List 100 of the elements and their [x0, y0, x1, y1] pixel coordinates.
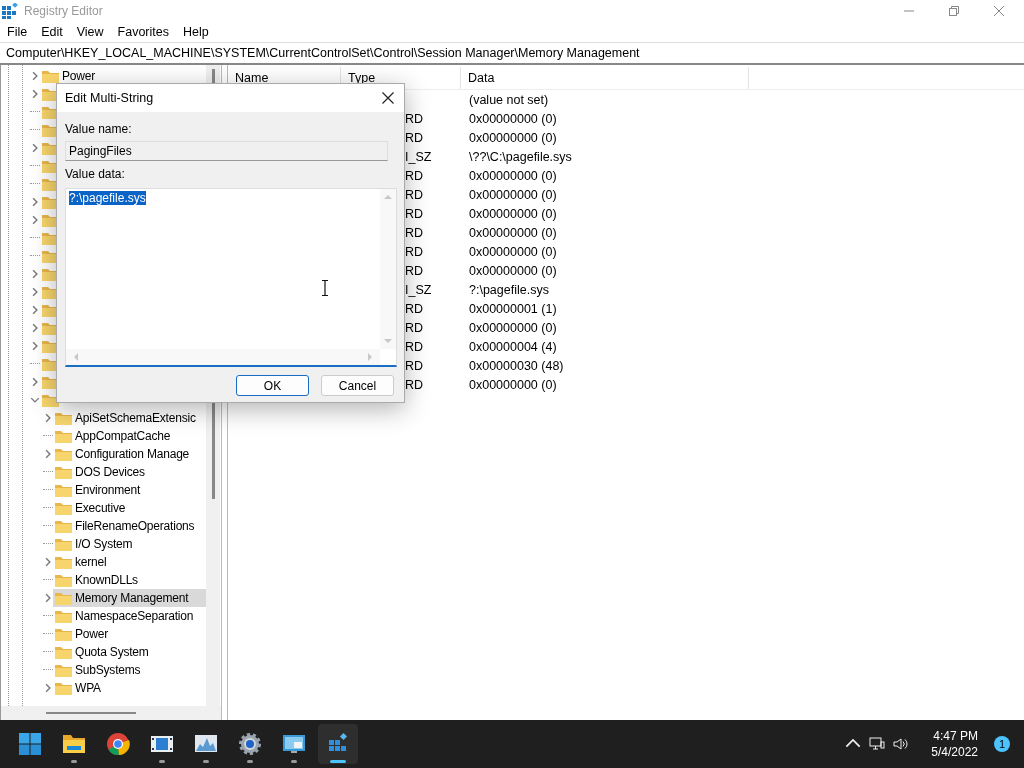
column-header[interactable]: Data — [461, 67, 749, 89]
table-cell: RD — [405, 263, 424, 278]
table-cell: 0x00000030 (48) — [469, 358, 564, 373]
tree-item[interactable]: kernel — [75, 555, 107, 569]
close-icon[interactable] — [382, 92, 394, 104]
menu-item[interactable]: File — [0, 25, 35, 39]
clock-time[interactable]: 4:47 PM — [933, 729, 978, 743]
menu-item[interactable]: Favorites — [110, 25, 176, 39]
tree-item[interactable]: Power — [75, 627, 108, 641]
notification-badge[interactable]: 1 — [994, 736, 1010, 752]
expand-chevron-icon[interactable] — [30, 323, 40, 333]
clock-date[interactable]: 5/4/2022 — [931, 745, 978, 759]
gear-icon[interactable] — [238, 732, 262, 756]
expand-chevron-icon[interactable] — [30, 71, 40, 81]
table-cell: RD — [405, 358, 424, 373]
folder-icon — [42, 69, 59, 83]
table-cell: 0x00000000 (0) — [469, 168, 557, 183]
expand-chevron-icon[interactable] — [43, 683, 53, 693]
folder-icon — [55, 429, 72, 443]
menu-item[interactable]: View — [69, 25, 111, 39]
tree-item[interactable]: Power — [62, 69, 95, 83]
dialog-button[interactable]: Cancel — [321, 375, 394, 396]
folder-icon — [55, 411, 72, 425]
expand-chevron-icon[interactable] — [43, 557, 53, 567]
monitor-icon[interactable] — [282, 732, 306, 756]
folder-icon — [55, 645, 72, 659]
expand-chevron-icon[interactable] — [30, 287, 40, 297]
tree-item[interactable]: WPA — [75, 681, 101, 695]
table-cell: RD — [405, 320, 424, 335]
table-cell: 0x00000000 (0) — [469, 111, 557, 126]
table-cell: 0x00000000 (0) — [469, 320, 557, 335]
network-icon[interactable] — [869, 736, 886, 752]
table-cell: RD — [405, 168, 424, 183]
expand-chevron-icon[interactable] — [43, 413, 53, 423]
table-cell: 0x00000000 (0) — [469, 187, 557, 202]
tree-item[interactable]: Configuration Manage — [75, 447, 190, 461]
folder-icon — [55, 555, 72, 569]
window-title: Registry Editor — [24, 4, 103, 18]
browser-icon[interactable] — [106, 732, 130, 756]
tree-item[interactable]: SubSystems — [75, 663, 141, 677]
tree-item[interactable]: Executive — [75, 501, 126, 515]
table-cell: 0x00000004 (4) — [469, 339, 557, 354]
table-cell: 0x00000000 (0) — [469, 244, 557, 259]
tree-item[interactable]: Quota System — [75, 645, 149, 659]
folder-icon — [55, 519, 72, 533]
table-cell: ?:\pagefile.sys — [469, 282, 549, 297]
menu-item[interactable]: Edit — [34, 25, 70, 39]
collapse-chevron-icon[interactable] — [30, 395, 40, 405]
registry-icon — [2, 3, 18, 19]
field-label: Value data: — [65, 167, 125, 181]
folder-icon[interactable] — [62, 732, 86, 756]
folder-icon — [55, 663, 72, 677]
folder-icon — [55, 483, 72, 497]
expand-chevron-icon[interactable] — [30, 215, 40, 225]
table-cell: 0x00000000 (0) — [469, 206, 557, 221]
tree-item[interactable]: FileRenameOperations — [75, 519, 195, 533]
value-data-text[interactable]: ?:\pagefile.sys — [69, 191, 146, 205]
field-label: Value name: — [65, 122, 132, 136]
table-cell: 0x00000000 (0) — [469, 130, 557, 145]
table-cell: RD — [405, 301, 424, 316]
table-cell: I_SZ — [405, 149, 432, 164]
table-cell: RD — [405, 187, 424, 202]
expand-chevron-icon[interactable] — [30, 377, 40, 387]
restore-icon[interactable] — [949, 6, 959, 16]
table-cell: RD — [405, 225, 424, 240]
folder-icon — [55, 501, 72, 515]
table-cell: (value not set) — [469, 92, 549, 107]
tree-item[interactable]: KnownDLLs — [75, 573, 138, 587]
tree-item[interactable]: ApiSetSchemaExtensic — [75, 411, 196, 425]
expand-chevron-icon[interactable] — [30, 305, 40, 315]
folder-icon — [55, 447, 72, 461]
expand-chevron-icon[interactable] — [30, 197, 40, 207]
expand-chevron-icon[interactable] — [30, 269, 40, 279]
windows-logo-icon[interactable] — [18, 732, 42, 756]
speaker-icon[interactable] — [893, 736, 910, 752]
tree-item[interactable]: NamespaceSeparation — [75, 609, 194, 623]
expand-chevron-icon[interactable] — [30, 341, 40, 351]
expand-chevron-icon[interactable] — [30, 143, 40, 153]
tree-item[interactable]: Environment — [75, 483, 141, 497]
table-cell: I_SZ — [405, 282, 432, 297]
text-cursor-icon — [321, 280, 329, 296]
table-cell: RD — [405, 339, 424, 354]
tree-item[interactable]: I/O System — [75, 537, 133, 551]
table-cell: 0x00000000 (0) — [469, 263, 557, 278]
scrollbar[interactable] — [1, 706, 221, 720]
tree-item[interactable]: AppCompatCache — [75, 429, 171, 443]
address-bar[interactable]: Computer\HKEY_LOCAL_MACHINE\SYSTEM\CurrentControlSet\Control\Session Manager\Memory Management — [0, 42, 1024, 65]
dialog-button[interactable]: OK — [236, 375, 309, 396]
table-cell: RD — [405, 244, 424, 259]
table-cell: RD — [405, 206, 424, 221]
expand-chevron-icon[interactable] — [43, 593, 53, 603]
table-cell: RD — [405, 130, 424, 145]
menu-item[interactable]: Help — [176, 25, 216, 39]
folder-icon — [55, 609, 72, 623]
dialog-title: Edit Multi-String — [65, 91, 154, 105]
expand-chevron-icon[interactable] — [43, 449, 53, 459]
expand-chevron-icon[interactable] — [30, 89, 40, 99]
tree-item[interactable]: DOS Devices — [75, 465, 145, 479]
table-cell: RD — [405, 111, 424, 126]
table-cell: RD — [405, 377, 424, 392]
